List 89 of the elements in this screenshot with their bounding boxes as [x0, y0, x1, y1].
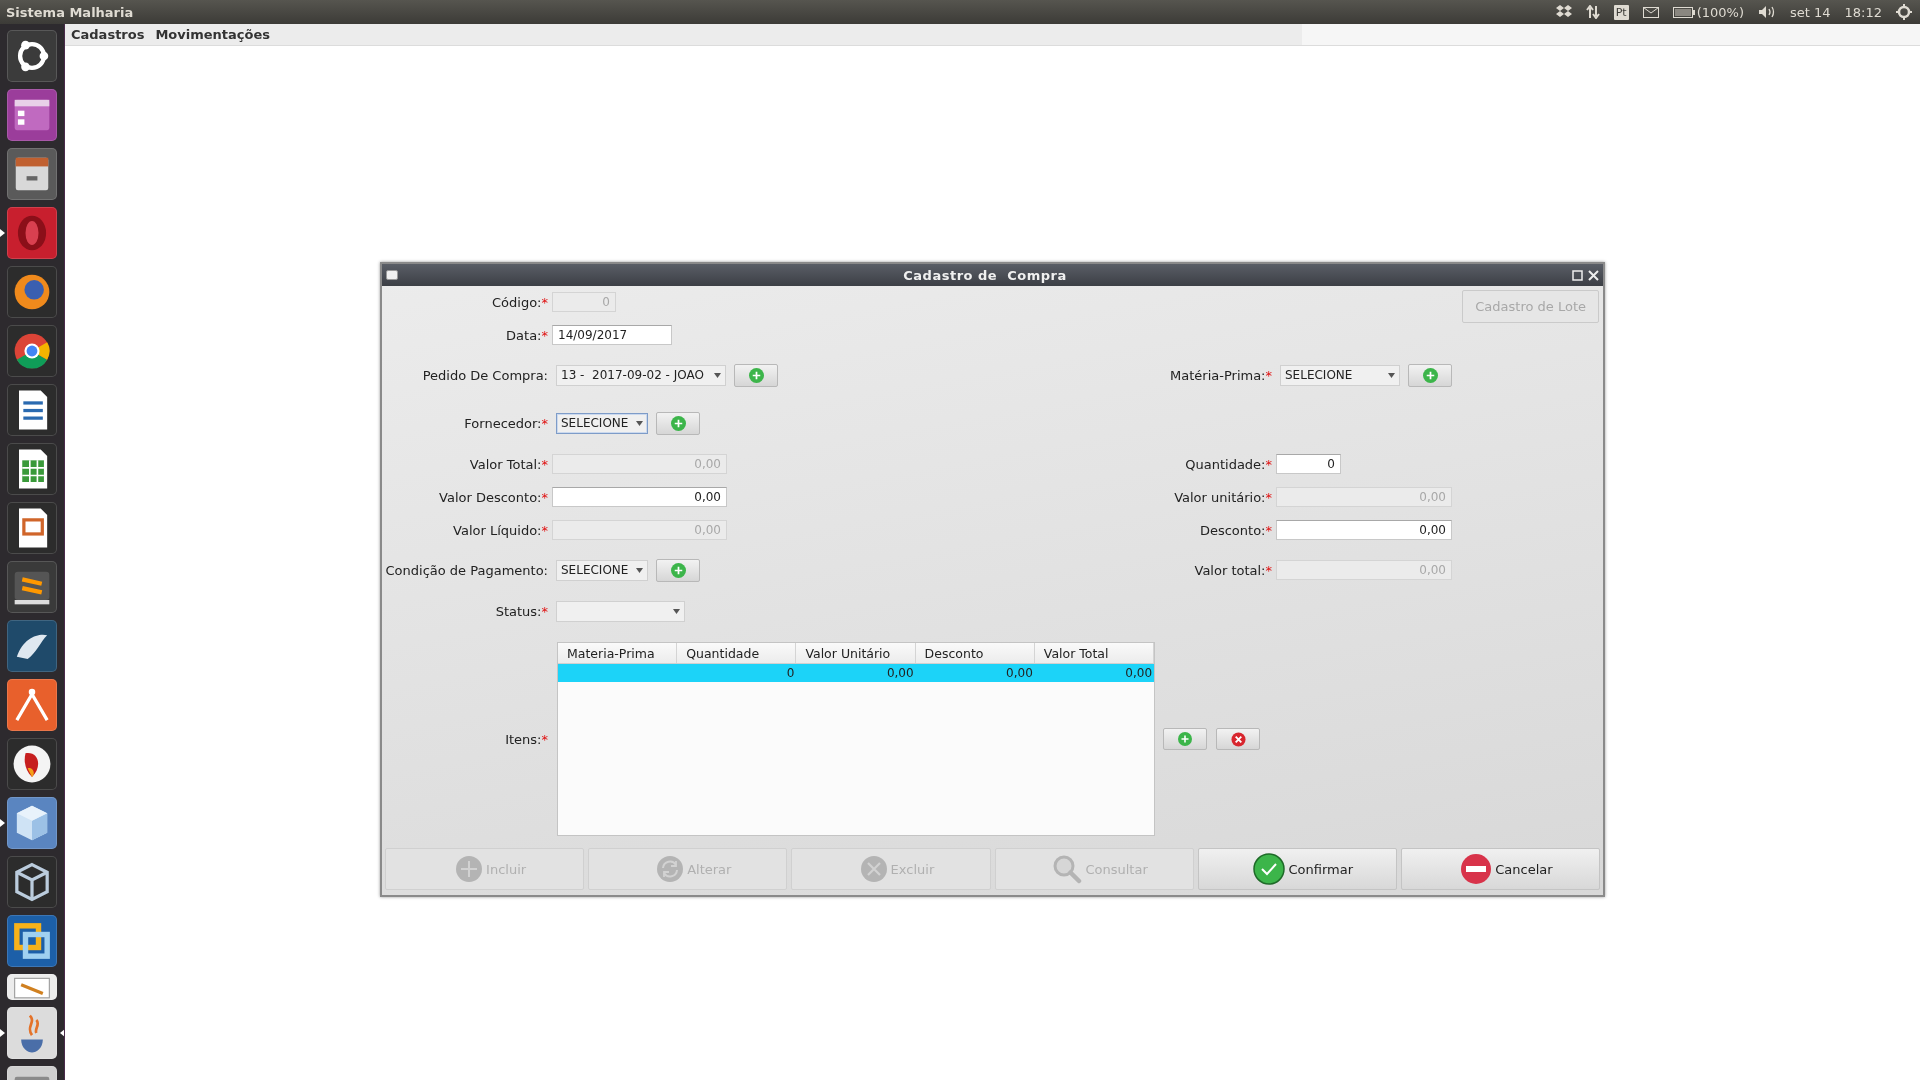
dropdown[interactable]: 13 - 2017-09-02 - JOAO [556, 364, 726, 386]
app-icon [7, 443, 57, 495]
text-field[interactable]: 0 [1276, 454, 1341, 474]
remove-button[interactable] [1216, 728, 1260, 750]
plus-icon [670, 415, 686, 431]
app-icon [7, 30, 57, 82]
app-icon [7, 856, 57, 908]
caret-icon [714, 372, 721, 378]
field-label: Data:* [506, 327, 548, 343]
maximize-icon[interactable] [1572, 269, 1583, 281]
app-icon [7, 915, 57, 967]
power-icon[interactable] [1896, 4, 1912, 20]
check-icon [1253, 853, 1286, 885]
dropdown[interactable]: SELECIONE [556, 412, 648, 434]
minus-icon [1460, 853, 1493, 885]
app-icon [7, 325, 57, 377]
battery-percent: (100%) [1696, 4, 1744, 20]
app-icon [7, 738, 57, 790]
keyboard-indicator[interactable]: Pt [1613, 4, 1629, 20]
field-label: Fornecedor:* [464, 415, 548, 431]
window-title: Cadastro de Compra [902, 267, 1068, 283]
focus-indicator [59, 1029, 64, 1037]
app-icon [7, 266, 57, 318]
caret-icon [1388, 372, 1395, 378]
network-icon[interactable] [1585, 5, 1600, 19]
app-icon [7, 561, 57, 613]
launcher-item[interactable] [0, 1007, 64, 1059]
dropdown[interactable]: SELECIONE [1280, 364, 1400, 386]
plus-icon [1422, 367, 1438, 383]
window-icon [386, 270, 398, 280]
table-cell: 0,00 [1125, 666, 1152, 680]
caret-icon [636, 567, 643, 573]
column-header[interactable]: Valor Unitário [796, 643, 916, 663]
x-icon [859, 855, 888, 883]
field-label: Desconto:* [1199, 522, 1272, 538]
field-label: Valor Líquido:* [453, 522, 548, 538]
app-icon [7, 974, 57, 1000]
field-label: Matéria-Prima:* [1170, 367, 1272, 383]
caret-icon [636, 420, 643, 426]
text-field[interactable]: 14/09/2017 [552, 325, 672, 345]
menu-item[interactable]: Movimentações [155, 27, 271, 42]
field-label: Código:* [492, 294, 548, 310]
app-icon [7, 384, 57, 436]
app-icon [7, 89, 57, 141]
column-header[interactable]: Quantidade [677, 643, 797, 663]
field-label: Valor Total:* [469, 456, 548, 472]
app-icon [7, 679, 57, 731]
field-label: Itens:* [504, 731, 548, 747]
text-field[interactable]: 0,00 [1276, 520, 1452, 540]
app-icon [7, 148, 57, 200]
field-label: Status:* [495, 603, 548, 619]
cancel-button[interactable]: Cancelar [1400, 848, 1601, 890]
field-label: Quantidade:* [1185, 456, 1272, 472]
clock-label[interactable]: 18:12 [1844, 4, 1882, 20]
menu-item[interactable]: Cadastros [71, 27, 145, 42]
app-icon [7, 797, 57, 849]
table-cell: 0 [786, 666, 795, 680]
app-icon [7, 1007, 57, 1059]
confirm-button[interactable]: Confirmar [1197, 848, 1397, 890]
field-label: Condição de Pagamento: [385, 562, 548, 578]
table-row[interactable]: 0 0,00 0,00 0,00 [558, 664, 1154, 682]
date-label[interactable]: set 14 [1790, 4, 1831, 20]
plus-icon [748, 367, 764, 383]
caret-icon [673, 608, 680, 614]
text-field[interactable]: 0,00 [552, 487, 727, 507]
column-header[interactable]: Desconto [915, 643, 1035, 663]
app-icon [7, 620, 57, 672]
app-icon [7, 502, 57, 554]
plus-icon [1178, 732, 1192, 746]
mail-icon[interactable] [1642, 6, 1659, 18]
app-title: Sistema Malharia [5, 4, 135, 20]
volume-icon[interactable] [1758, 5, 1776, 19]
close-icon [1230, 731, 1246, 747]
column-header[interactable]: Materia-Prima [558, 643, 678, 663]
table-cell: 0,00 [886, 666, 914, 680]
refresh-icon [656, 855, 685, 883]
plus-icon [455, 855, 484, 883]
field-label: Valor total:* [1194, 562, 1272, 578]
app-icon [7, 207, 57, 259]
dropdown[interactable]: SELECIONE [556, 559, 648, 581]
field-label: Valor unitário:* [1174, 489, 1272, 505]
column-header[interactable]: Valor Total [1034, 643, 1154, 663]
table-cell: 0,00 [1006, 666, 1033, 680]
battery-icon[interactable] [1672, 6, 1695, 18]
plus-icon [670, 562, 686, 578]
close-icon[interactable] [1588, 269, 1599, 281]
field-label: Pedido De Compra: [422, 367, 548, 383]
search-icon [1052, 854, 1083, 884]
field-label: Valor Desconto:* [439, 489, 548, 505]
